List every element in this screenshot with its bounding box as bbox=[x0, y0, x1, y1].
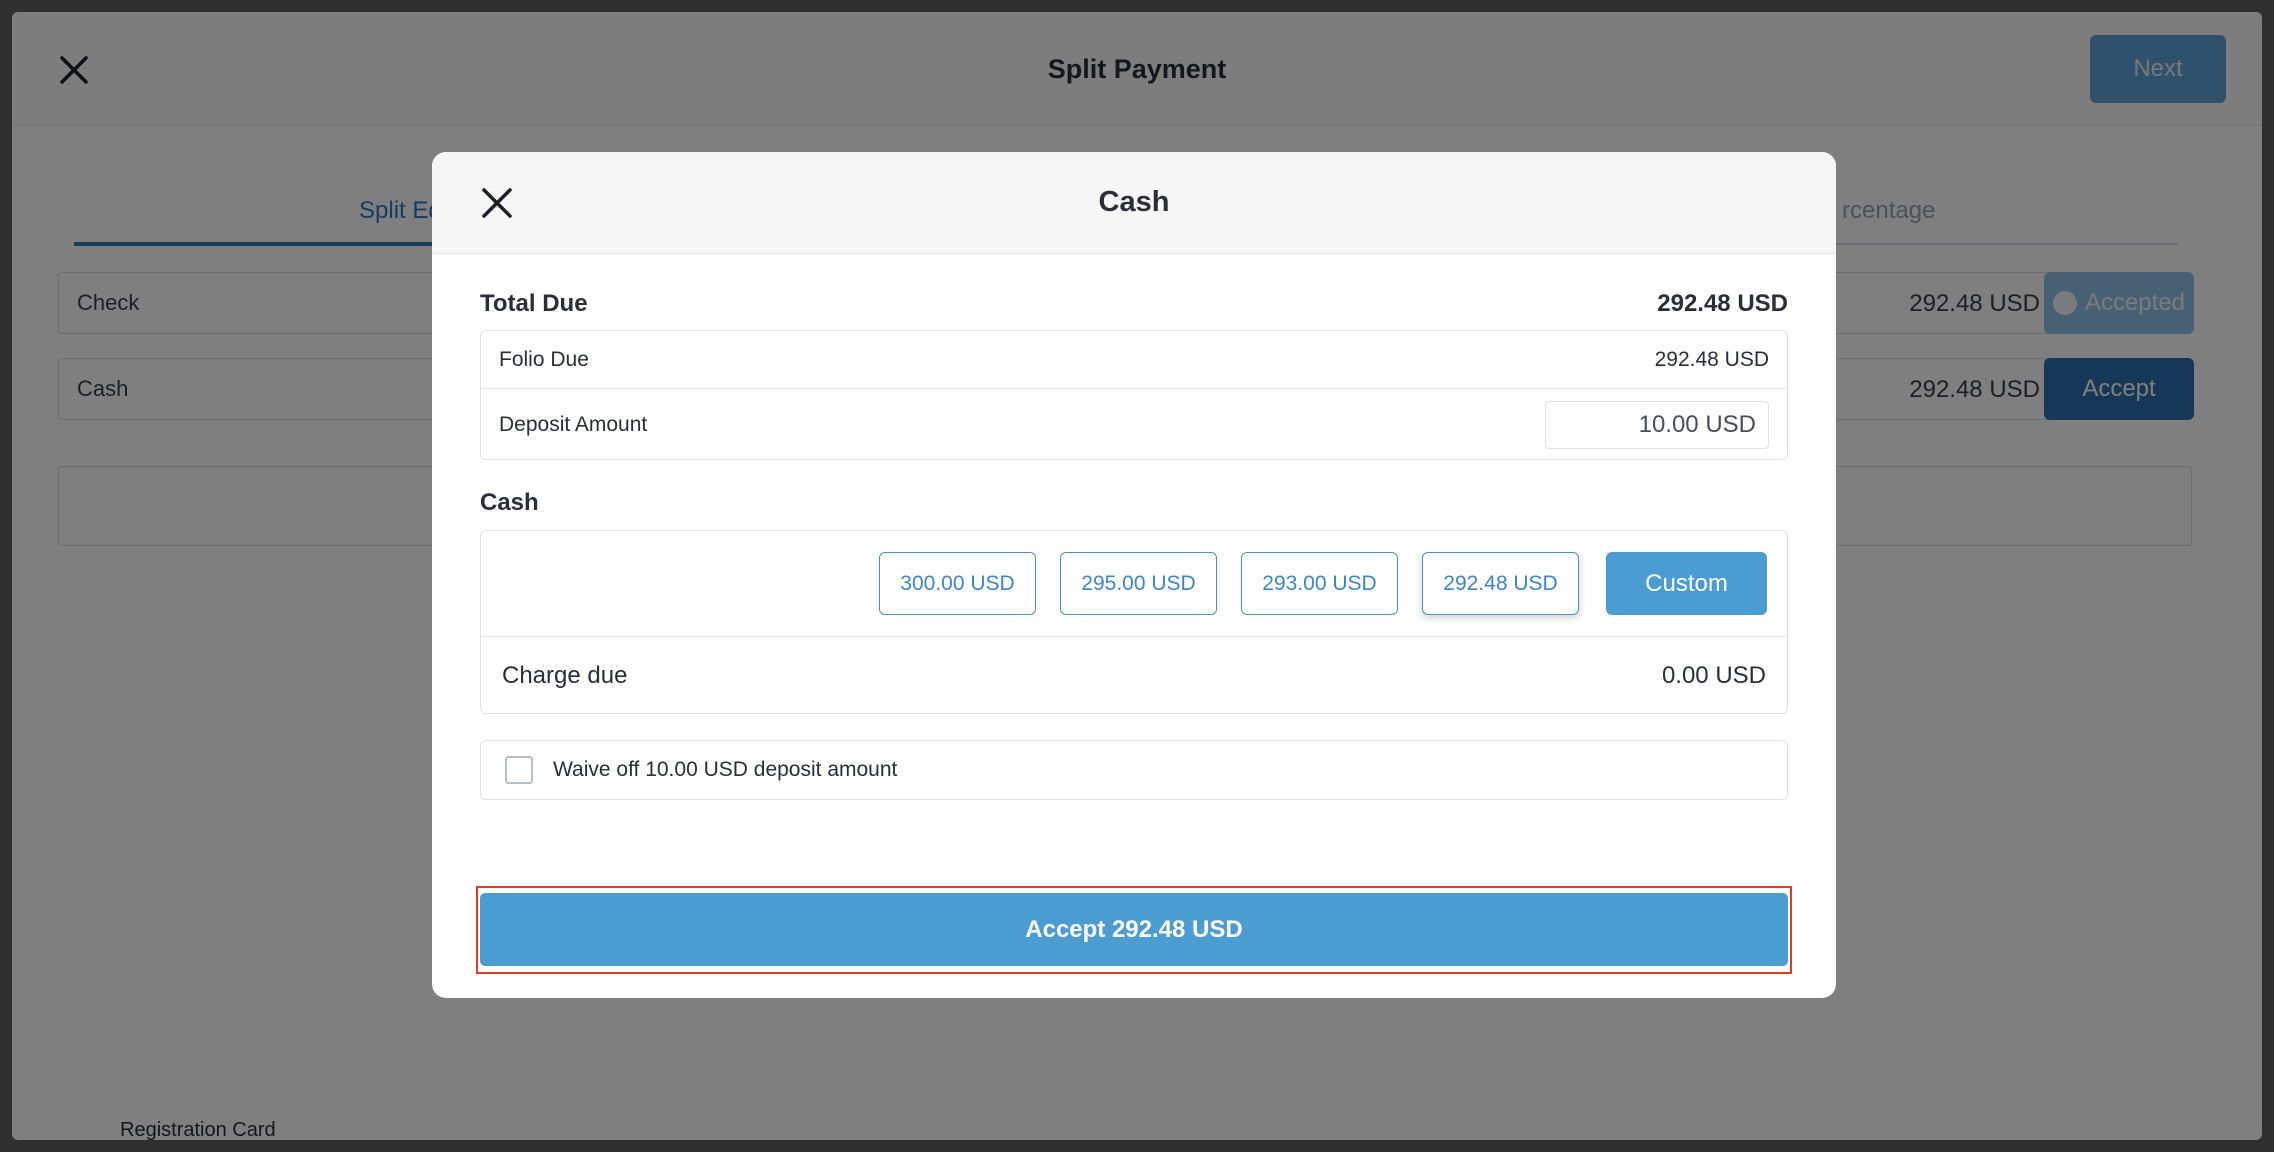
folio-due-row: Folio Due 292.48 USD bbox=[481, 331, 1787, 389]
total-due-label: Total Due bbox=[480, 290, 588, 317]
charge-due-value: 0.00 USD bbox=[1661, 662, 1766, 689]
cash-section: 300.00 USD 295.00 USD 293.00 USD 292.48 … bbox=[480, 530, 1788, 714]
charge-due-row: Charge due 0.00 USD bbox=[481, 637, 1787, 715]
deposit-amount-row: Deposit Amount bbox=[481, 389, 1787, 461]
cash-options: 300.00 USD 295.00 USD 293.00 USD 292.48 … bbox=[481, 531, 1787, 637]
modal-header: Cash bbox=[432, 152, 1836, 254]
cash-option-300[interactable]: 300.00 USD bbox=[879, 552, 1036, 615]
accept-payment-button[interactable]: Accept 292.48 USD bbox=[480, 893, 1788, 966]
folio-due-value: 292.48 USD bbox=[1654, 347, 1769, 371]
custom-amount-button[interactable]: Custom bbox=[1606, 552, 1767, 615]
waive-deposit-label: Waive off 10.00 USD deposit amount bbox=[553, 758, 898, 781]
charge-due-label: Charge due bbox=[502, 662, 628, 689]
deposit-amount-label: Deposit Amount bbox=[499, 413, 648, 436]
cash-section-label: Cash bbox=[480, 489, 539, 516]
cash-option-295[interactable]: 295.00 USD bbox=[1060, 552, 1217, 615]
cash-option-292-48[interactable]: 292.48 USD bbox=[1422, 552, 1579, 615]
waive-deposit-checkbox[interactable] bbox=[505, 756, 533, 784]
total-due-value: 292.48 USD bbox=[1657, 290, 1788, 317]
cash-payment-modal: Cash Total Due 292.48 USD Folio Due 292.… bbox=[432, 152, 1836, 998]
folio-due-label: Folio Due bbox=[499, 347, 589, 371]
cash-option-293[interactable]: 293.00 USD bbox=[1241, 552, 1398, 615]
waive-deposit-row[interactable]: Waive off 10.00 USD deposit amount bbox=[480, 740, 1788, 800]
total-due-row: Total Due 292.48 USD bbox=[480, 290, 1788, 318]
deposit-amount-input[interactable] bbox=[1545, 401, 1769, 449]
modal-title: Cash bbox=[1098, 186, 1170, 218]
due-details: Folio Due 292.48 USD Deposit Amount bbox=[480, 330, 1788, 460]
